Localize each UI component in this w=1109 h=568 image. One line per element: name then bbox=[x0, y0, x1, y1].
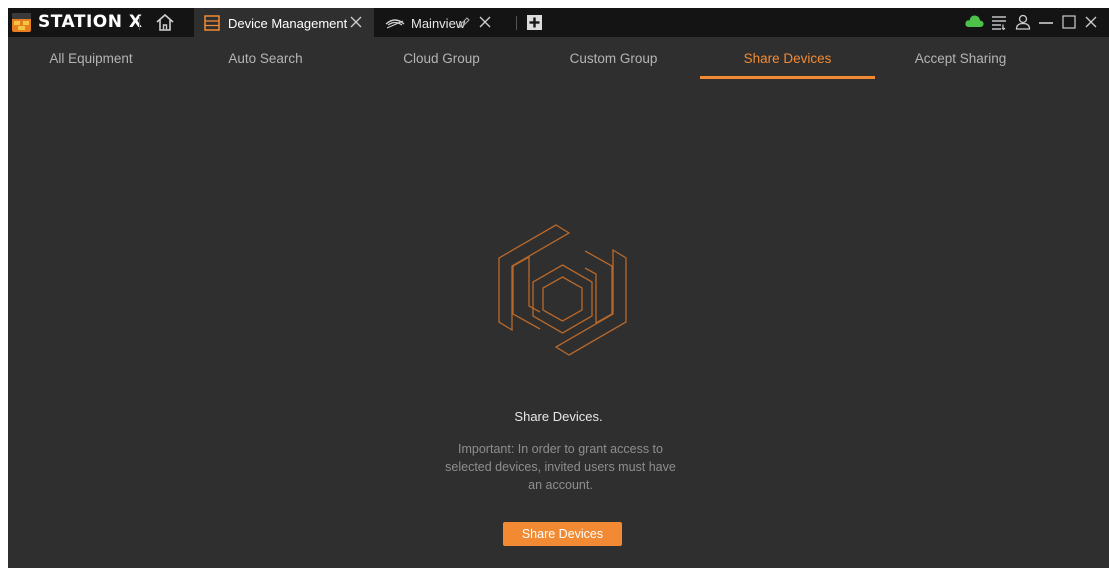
subtab-auto-search[interactable]: Auto Search bbox=[178, 51, 353, 81]
title-separator bbox=[139, 16, 140, 30]
empty-state-title: Share Devices. bbox=[514, 409, 603, 424]
share-devices-hexagon-icon bbox=[498, 224, 627, 356]
empty-state-note: Important: In order to grant access to s… bbox=[438, 440, 683, 494]
subtab-cloud-group[interactable]: Cloud Group bbox=[354, 51, 529, 81]
cloud-status-icon[interactable] bbox=[965, 14, 984, 28]
title-bar: STATION X Device Management Mainview bbox=[8, 8, 1109, 37]
eye-icon bbox=[385, 19, 405, 29]
rename-pencil-icon[interactable] bbox=[458, 16, 470, 29]
active-tab-indicator bbox=[700, 76, 875, 79]
home-icon[interactable] bbox=[155, 13, 175, 32]
share-devices-button[interactable]: Share Devices bbox=[503, 522, 622, 546]
subtab-accept-sharing[interactable]: Accept Sharing bbox=[873, 51, 1048, 81]
close-tab-icon[interactable] bbox=[349, 15, 363, 29]
list-icon bbox=[204, 15, 220, 31]
minimize-icon[interactable] bbox=[1039, 21, 1053, 25]
note-line: an account. bbox=[528, 478, 593, 492]
close-tab-icon[interactable] bbox=[479, 16, 491, 28]
add-tab-icon[interactable] bbox=[527, 15, 542, 30]
close-window-icon[interactable] bbox=[1085, 16, 1097, 28]
app-brand: STATION X bbox=[38, 12, 143, 32]
menu-list-icon[interactable] bbox=[992, 16, 1007, 30]
user-account-icon[interactable] bbox=[1015, 14, 1031, 30]
maximize-icon[interactable] bbox=[1062, 15, 1076, 29]
subtab-all-equipment[interactable]: All Equipment bbox=[8, 51, 174, 81]
subtab-custom-group[interactable]: Custom Group bbox=[526, 51, 701, 81]
app-window: STATION X Device Management Mainview All… bbox=[8, 8, 1109, 568]
device-management-subnav: All Equipment Auto Search Cloud Group Cu… bbox=[8, 46, 1109, 84]
tab-device-management[interactable]: Device Management bbox=[194, 8, 374, 37]
station-x-logo-icon bbox=[12, 13, 31, 32]
tab-label: Device Management bbox=[228, 16, 348, 31]
note-line: Important: In order to grant access to bbox=[458, 442, 663, 456]
note-line: selected devices, invited users must hav… bbox=[445, 460, 676, 474]
tab-separator bbox=[516, 16, 517, 30]
